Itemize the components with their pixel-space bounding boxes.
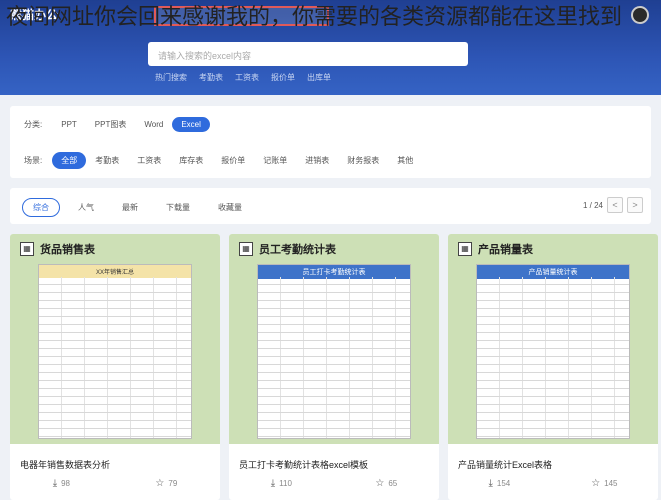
- nav-item[interactable]: 热门搜索: [155, 72, 187, 83]
- filter-panel: 分类: PPT PPT图表 Word Excel 场景: 全部 考勤表 工资表 …: [10, 106, 651, 178]
- card-header: ▦ 产品销量表: [458, 241, 533, 257]
- scene-row: 场景: 全部 考勤表 工资表 库存表 报价单 记账单 进销表 财务报表 其他: [24, 152, 422, 169]
- card-thumbnail[interactable]: ▦ 产品销量表 产品销量统计表: [448, 234, 658, 444]
- card-thumbnail[interactable]: ▦ 员工考勤统计表 员工打卡考勤统计表: [229, 234, 439, 444]
- download-count[interactable]: ⤓ 110: [271, 478, 292, 489]
- sheet-preview: 员工打卡考勤统计表: [257, 264, 411, 439]
- card-stats: ⤓ 98 ☆ 79: [10, 478, 220, 489]
- scene-label: 场景:: [24, 156, 43, 165]
- search-input[interactable]: 请输入搜索的excel内容: [148, 42, 468, 66]
- spreadsheet-icon: ▦: [458, 242, 472, 256]
- nav-item[interactable]: 出库单: [307, 72, 331, 83]
- favorite-value: 79: [168, 479, 178, 488]
- favorite-value: 145: [604, 479, 618, 488]
- overlay-caption: 夜间网址你会回来感谢我的，你需要的各类资源都能在这里找到: [6, 5, 623, 30]
- sort-comprehensive[interactable]: 综合: [22, 198, 60, 217]
- template-card[interactable]: ▦ 货品销售表 XX年销售汇总 电器年销售数据表分析 ⤓ 98 ☆ 79: [10, 234, 220, 500]
- download-icon: ⤓: [270, 478, 276, 489]
- sort-downloads[interactable]: 下载量: [156, 199, 200, 216]
- sheet-preview: 产品销量统计表: [476, 264, 630, 439]
- star-icon: ☆: [155, 478, 165, 489]
- scene-item[interactable]: 报价单: [212, 152, 254, 169]
- nav-item[interactable]: 考勤表: [199, 72, 223, 83]
- card-title[interactable]: 产品销量统计Excel表格: [458, 458, 552, 471]
- next-page-button[interactable]: >: [627, 197, 643, 213]
- template-card[interactable]: ▦ 产品销量表 产品销量统计表 产品销量统计Excel表格 ⤓ 154 ☆ 145: [448, 234, 658, 500]
- scene-item[interactable]: 库存表: [170, 152, 212, 169]
- template-card[interactable]: ▦ 员工考勤统计表 员工打卡考勤统计表 员工打卡考勤统计表格excel模板 ⤓ 1…: [229, 234, 439, 500]
- download-value: 98: [61, 479, 71, 488]
- pagination: 1 / 24 < >: [583, 197, 643, 213]
- scene-item[interactable]: 财务报表: [338, 152, 388, 169]
- download-value: 110: [279, 479, 292, 488]
- sheet-grid: [258, 277, 410, 438]
- category-excel[interactable]: Excel: [172, 117, 210, 132]
- scene-item[interactable]: 其他: [388, 152, 422, 169]
- sheet-preview: XX年销售汇总: [38, 264, 192, 439]
- sort-popularity[interactable]: 人气: [68, 199, 104, 216]
- category-ppt[interactable]: PPT: [52, 117, 86, 132]
- sheet-grid: [39, 277, 191, 438]
- card-header: ▦ 员工考勤统计表: [239, 241, 336, 257]
- spreadsheet-icon: ▦: [239, 242, 253, 256]
- download-icon: ⤓: [488, 478, 493, 489]
- scene-all[interactable]: 全部: [52, 152, 87, 169]
- sort-panel: 综合 人气 最新 下载量 收藏量 1 / 24 < >: [10, 188, 651, 224]
- category-ppt-chart[interactable]: PPT图表: [86, 116, 136, 133]
- sort-favorites[interactable]: 收藏量: [208, 199, 252, 216]
- scene-item[interactable]: 进销表: [296, 152, 338, 169]
- sort-newest[interactable]: 最新: [112, 199, 148, 216]
- card-thumbnail[interactable]: ▦ 货品销售表 XX年销售汇总: [10, 234, 220, 444]
- category-label: 分类:: [24, 120, 43, 129]
- sheet-grid: [477, 277, 629, 438]
- category-word[interactable]: Word: [135, 117, 172, 132]
- card-title[interactable]: 员工打卡考勤统计表格excel模板: [239, 458, 368, 471]
- scene-item[interactable]: 考勤表: [86, 152, 128, 169]
- scene-item[interactable]: 工资表: [128, 152, 170, 169]
- card-category: 货品销售表: [40, 244, 95, 256]
- favorite-count[interactable]: ☆ 79: [155, 478, 177, 489]
- download-count[interactable]: ⤓ 98: [53, 478, 70, 489]
- sort-options: 综合 人气 最新 下载量 收藏量: [22, 198, 252, 217]
- star-icon: ☆: [375, 478, 385, 489]
- prev-page-button[interactable]: <: [607, 197, 623, 213]
- card-category: 员工考勤统计表: [259, 244, 336, 256]
- nav-item[interactable]: 工资表: [235, 72, 259, 83]
- card-stats: ⤓ 154 ☆ 145: [448, 478, 658, 489]
- hot-search-nav: 热门搜索 考勤表 工资表 报价单 出库单: [155, 72, 331, 83]
- category-row: 分类: PPT PPT图表 Word Excel: [24, 116, 210, 133]
- nav-item[interactable]: 报价单: [271, 72, 295, 83]
- download-count[interactable]: ⤓ 154: [488, 478, 510, 489]
- spreadsheet-icon: ▦: [20, 242, 34, 256]
- favorite-value: 65: [388, 479, 398, 488]
- card-title[interactable]: 电器年销售数据表分析: [20, 458, 110, 471]
- page-indicator: 1 / 24: [582, 200, 603, 210]
- download-icon: ⤓: [52, 478, 58, 489]
- card-stats: ⤓ 110 ☆ 65: [229, 478, 439, 489]
- star-icon: ☆: [591, 478, 601, 489]
- card-category: 产品销量表: [478, 244, 533, 256]
- scene-item[interactable]: 记账单: [254, 152, 296, 169]
- card-header: ▦ 货品销售表: [20, 241, 95, 257]
- favorite-count[interactable]: ☆ 65: [375, 478, 397, 489]
- download-value: 154: [496, 479, 511, 488]
- favorite-count[interactable]: ☆ 145: [591, 478, 617, 489]
